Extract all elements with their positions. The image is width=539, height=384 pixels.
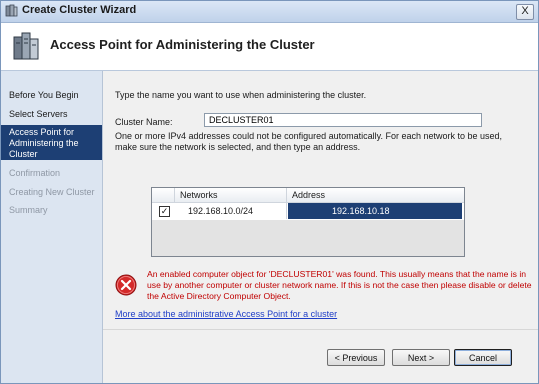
step-summary: Summary bbox=[9, 205, 48, 215]
instruction-text: Type the name you want to use when admin… bbox=[115, 90, 367, 100]
previous-button[interactable]: < Previous bbox=[327, 349, 385, 366]
close-icon: X bbox=[521, 5, 529, 17]
window-title: Create Cluster Wizard bbox=[22, 4, 137, 16]
next-button[interactable]: Next > bbox=[392, 349, 450, 366]
column-address[interactable]: Address bbox=[292, 190, 325, 200]
cluster-name-label: Cluster Name: bbox=[115, 117, 173, 127]
column-divider bbox=[174, 188, 175, 202]
cluster-icon bbox=[5, 4, 18, 17]
title-bar: Create Cluster Wizard X bbox=[1, 1, 538, 23]
cancel-button[interactable]: Cancel bbox=[454, 349, 512, 366]
step-select-servers[interactable]: Select Servers bbox=[1, 109, 102, 120]
address-value: 192.168.10.18 bbox=[332, 206, 390, 216]
page-title: Access Point for Administering the Clust… bbox=[50, 37, 315, 52]
wizard-window: Create Cluster Wizard X Access Point for… bbox=[0, 0, 539, 384]
check-icon: ✓ bbox=[160, 206, 169, 216]
button-divider bbox=[103, 329, 538, 330]
ipv4-note: One or more IPv4 addresses could not be … bbox=[115, 131, 503, 152]
cluster-name-input[interactable] bbox=[204, 113, 482, 127]
step-creating-new-cluster: Creating New Cluster bbox=[9, 187, 95, 197]
network-cell: 192.168.10.0/24 bbox=[188, 206, 254, 216]
networks-grid: Networks Address ✓ 192.168.10.0/24 192.1… bbox=[151, 187, 465, 257]
access-point-help-link[interactable]: More about the administrative Access Poi… bbox=[115, 309, 337, 319]
content-pane: Type the name you want to use when admin… bbox=[103, 71, 538, 383]
wizard-steps: Before You Begin Select Servers Access P… bbox=[1, 71, 103, 383]
network-checkbox[interactable]: ✓ bbox=[159, 206, 170, 217]
close-button[interactable]: X bbox=[516, 4, 534, 20]
step-before-you-begin[interactable]: Before You Begin bbox=[1, 90, 102, 101]
column-divider bbox=[286, 203, 287, 219]
grid-header: Networks Address bbox=[152, 188, 464, 203]
error-message: An enabled computer object for 'DECLUSTE… bbox=[147, 269, 532, 301]
column-networks[interactable]: Networks bbox=[180, 190, 218, 200]
error-icon bbox=[115, 274, 137, 296]
wizard-header: Access Point for Administering the Clust… bbox=[1, 23, 538, 71]
grid-empty-area bbox=[152, 220, 464, 256]
column-divider bbox=[286, 188, 287, 202]
step-confirmation: Confirmation bbox=[9, 168, 61, 178]
step-access-point[interactable]: Access Point for Administering the Clust… bbox=[1, 125, 102, 160]
table-row[interactable]: ✓ 192.168.10.0/24 192.168.10.18 bbox=[152, 203, 464, 219]
address-cell[interactable]: 192.168.10.18 bbox=[288, 203, 462, 219]
server-cluster-icon bbox=[13, 32, 39, 60]
